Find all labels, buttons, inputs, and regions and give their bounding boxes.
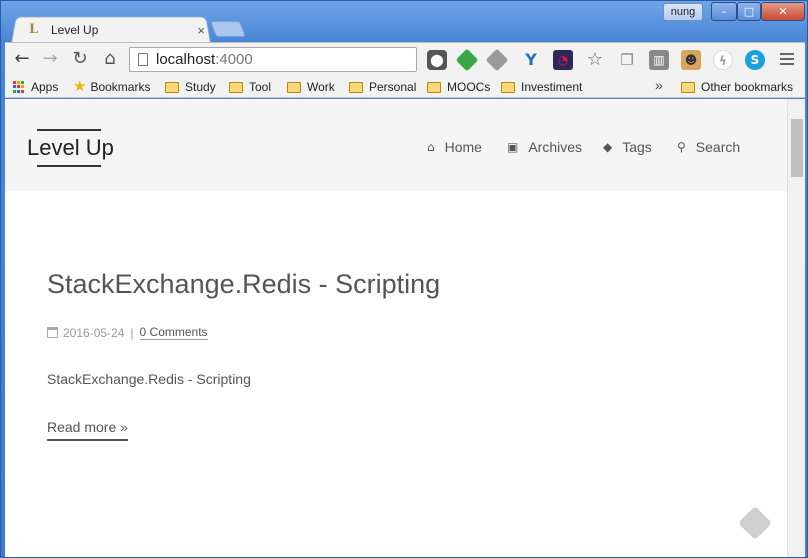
maximize-button[interactable]: □ bbox=[737, 2, 761, 21]
folder-icon bbox=[349, 81, 363, 93]
tab-title: Level Up bbox=[51, 23, 99, 37]
bookmark-label: Bookmarks bbox=[90, 80, 151, 94]
address-bar[interactable]: localhost:4000 bbox=[129, 47, 417, 72]
bookmark-investiment[interactable]: Investiment bbox=[501, 79, 582, 95]
page-viewport: Level Up ⌂ Home ▣ Archives ◆ Tags ⚲ Sear… bbox=[5, 99, 805, 557]
site-logo[interactable]: Level Up bbox=[27, 129, 114, 167]
bookmark-label: Investiment bbox=[521, 80, 583, 94]
skype-icon[interactable]: S bbox=[745, 50, 765, 70]
search-icon: ⚲ bbox=[677, 140, 686, 154]
bookmark-apps[interactable]: Apps bbox=[13, 79, 58, 95]
pocket-icon[interactable]: ⬤ bbox=[427, 50, 447, 70]
speed-dial-icon[interactable]: ◔ bbox=[553, 50, 573, 70]
browser-window: L Level Up × nung – □ ✕ ← → ↻ ⌂ localhos… bbox=[0, 0, 808, 558]
chrome-menu-icon[interactable] bbox=[777, 50, 797, 70]
bookmark-label: Personal bbox=[369, 80, 417, 94]
yoast-icon[interactable]: Y bbox=[521, 50, 541, 70]
site-logo-text: Level Up bbox=[27, 135, 114, 160]
minimize-button[interactable]: – bbox=[711, 2, 737, 21]
url-text[interactable]: localhost:4000 bbox=[156, 51, 253, 68]
folder-icon bbox=[501, 81, 515, 93]
tags-icon: ◆ bbox=[603, 140, 613, 154]
home-icon: ⌂ bbox=[427, 140, 435, 154]
comments-link[interactable]: 0 Comments bbox=[139, 325, 208, 340]
bookmark-label: Tool bbox=[249, 80, 272, 94]
title-bar: L Level Up × nung – □ ✕ bbox=[1, 1, 808, 43]
nav-archives[interactable]: ▣ Archives bbox=[507, 139, 582, 155]
post-title[interactable]: StackExchange.Redis - Scripting bbox=[47, 269, 440, 300]
copy-icon[interactable]: ❐ bbox=[617, 50, 637, 70]
new-tab-button[interactable] bbox=[210, 21, 246, 37]
folder-icon bbox=[287, 81, 301, 93]
bookmark-label: Study bbox=[185, 80, 216, 94]
browser-toolbar: ← → ↻ ⌂ localhost:4000 ⬤ Y ◔ ☆ ❐ ▥ ☻ ϟ S bbox=[5, 42, 805, 76]
back-button[interactable]: ← bbox=[11, 48, 33, 70]
bookmarks-bar: Apps ★ Bookmarks Study Tool Work Persona… bbox=[5, 76, 805, 98]
bookmark-tool[interactable]: Tool bbox=[229, 79, 271, 95]
feedly-gray-icon[interactable] bbox=[485, 48, 509, 72]
post-meta: 2016-05-24 | 0 Comments bbox=[47, 325, 208, 340]
page-scrollbar[interactable] bbox=[787, 99, 805, 557]
bookmark-other[interactable]: Other bookmarks bbox=[681, 79, 793, 95]
bookmark-bookmarks[interactable]: ★ Bookmarks bbox=[73, 79, 150, 95]
bookmark-work[interactable]: Work bbox=[287, 79, 335, 95]
bookmark-label: Work bbox=[307, 80, 335, 94]
bookmark-label: Apps bbox=[31, 80, 59, 94]
bookmark-star-icon[interactable]: ☆ bbox=[585, 50, 605, 70]
flash-icon[interactable]: ϟ bbox=[713, 50, 733, 70]
tab-content[interactable]: L Level Up × bbox=[23, 19, 213, 41]
page-icon bbox=[138, 53, 148, 66]
nav-search-label: Search bbox=[695, 139, 741, 155]
archive-icon: ▣ bbox=[507, 140, 519, 154]
nav-archives-label: Archives bbox=[528, 139, 583, 155]
logo-rule-top bbox=[37, 129, 101, 131]
read-more-link[interactable]: Read more » bbox=[47, 419, 128, 441]
nav-tags[interactable]: ◆ Tags bbox=[603, 139, 652, 155]
folder-icon bbox=[427, 81, 441, 93]
bookmark-label: Other bookmarks bbox=[701, 80, 794, 94]
calendar-icon bbox=[47, 327, 58, 338]
feedly-float-icon[interactable] bbox=[738, 506, 772, 540]
tab-close-icon[interactable]: × bbox=[197, 23, 205, 38]
nav-home-label: Home bbox=[444, 139, 482, 155]
bookmark-label: MOOCs bbox=[447, 80, 491, 94]
logo-rule-bottom bbox=[37, 165, 101, 167]
trello-icon[interactable]: ▥ bbox=[649, 50, 669, 70]
nav-home[interactable]: ⌂ Home bbox=[427, 139, 482, 155]
site-header: Level Up ⌂ Home ▣ Archives ◆ Tags ⚲ Sear… bbox=[5, 99, 787, 191]
folder-icon bbox=[229, 81, 243, 93]
bookmark-study[interactable]: Study bbox=[165, 79, 216, 95]
post-excerpt: StackExchange.Redis - Scripting bbox=[47, 371, 251, 387]
gitlab-icon[interactable]: ☻ bbox=[681, 50, 701, 70]
bookmarks-overflow-icon[interactable]: » bbox=[655, 77, 663, 93]
nav-search[interactable]: ⚲ Search bbox=[677, 139, 740, 155]
nav-tags-label: Tags bbox=[622, 139, 652, 155]
scrollbar-thumb[interactable] bbox=[791, 119, 803, 177]
url-host: localhost bbox=[156, 51, 216, 68]
folder-icon bbox=[165, 81, 179, 93]
url-port: :4000 bbox=[215, 51, 253, 68]
post-date: 2016-05-24 bbox=[63, 325, 125, 340]
folder-icon bbox=[681, 81, 695, 93]
bookmark-moocs[interactable]: MOOCs bbox=[427, 79, 490, 95]
reload-button[interactable]: ↻ bbox=[69, 48, 91, 70]
feedly-icon[interactable] bbox=[455, 48, 479, 72]
forward-button[interactable]: → bbox=[39, 48, 61, 70]
apps-grid-icon bbox=[13, 81, 25, 93]
site-favicon-icon: L bbox=[29, 22, 39, 37]
home-button[interactable]: ⌂ bbox=[99, 48, 121, 70]
star-icon: ★ bbox=[73, 78, 87, 95]
bookmark-personal[interactable]: Personal bbox=[349, 79, 416, 95]
meta-separator: | bbox=[130, 325, 134, 340]
close-window-button[interactable]: ✕ bbox=[761, 2, 805, 21]
profile-button[interactable]: nung bbox=[663, 3, 703, 21]
